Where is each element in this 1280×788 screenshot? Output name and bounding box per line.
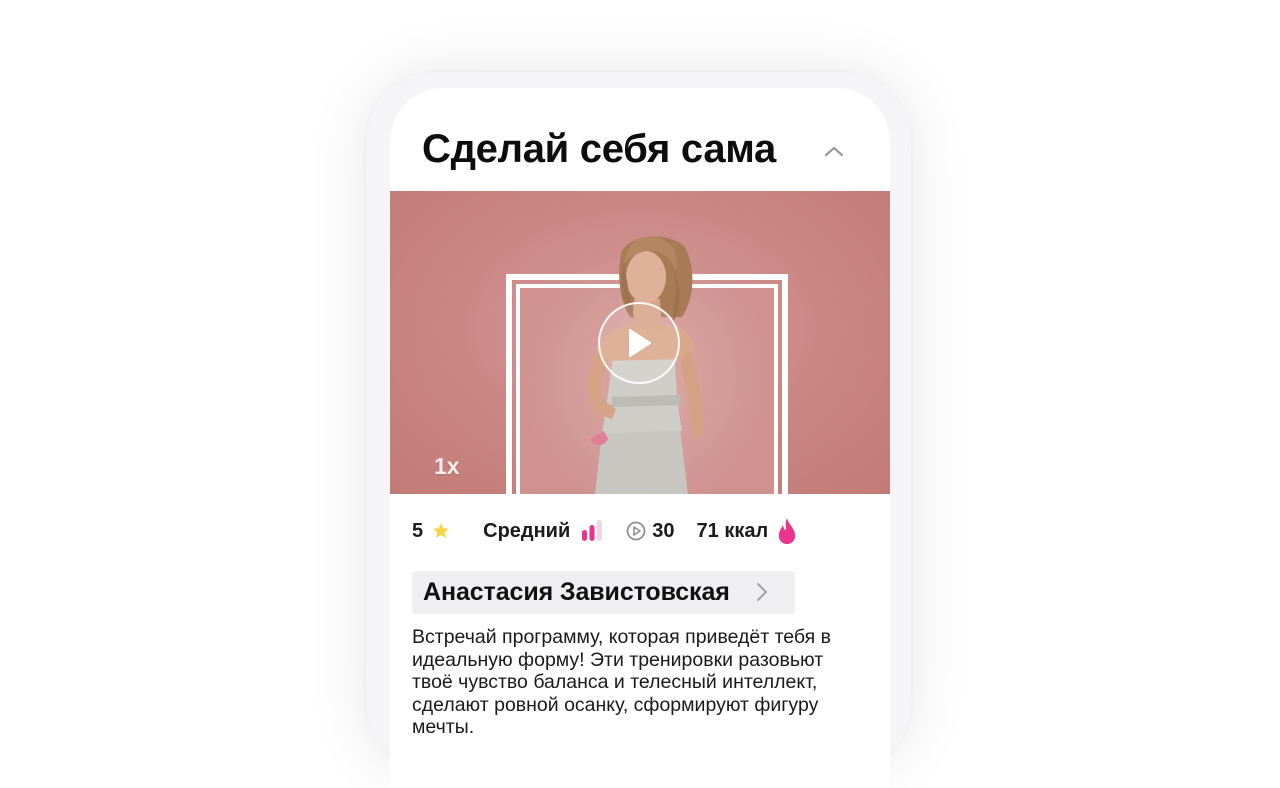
play-button[interactable]: [598, 302, 680, 384]
header: Сделай себя сама: [390, 88, 890, 191]
playback-speed-button[interactable]: 1x: [434, 453, 460, 480]
rating-stat: 5: [412, 520, 451, 543]
duration-value: 30: [652, 519, 675, 542]
collapse-button[interactable]: [818, 138, 850, 164]
chevron-right-icon: [757, 583, 767, 601]
workout-description: Встречай программу, которая приведёт теб…: [412, 626, 831, 738]
calories-value: 71 ккал: [696, 519, 769, 542]
workout-screen: Сделай себя сама 1x 5 Средний 30 71 ккал…: [390, 88, 890, 788]
rating-value: 5: [412, 519, 424, 542]
star-icon: [433, 523, 449, 538]
page-title: Сделай себя сама: [422, 127, 776, 171]
level-stat: Средний: [483, 520, 604, 543]
video-player[interactable]: 1x: [390, 191, 890, 494]
workout-stats: 5 Средний 30 71 ккал: [412, 518, 798, 544]
play-circle-icon: [626, 521, 646, 541]
play-icon: [629, 329, 651, 357]
flame-icon: [779, 518, 796, 544]
level-label: Средний: [483, 519, 571, 542]
level-bars-icon: [582, 520, 603, 541]
author-name: Анастасия Завистовская: [423, 578, 730, 606]
author-link[interactable]: Анастасия Завистовская: [412, 571, 795, 614]
chevron-up-icon: [824, 146, 844, 157]
duration-stat: 30: [626, 519, 675, 543]
calories-stat: 71 ккал: [697, 517, 799, 545]
